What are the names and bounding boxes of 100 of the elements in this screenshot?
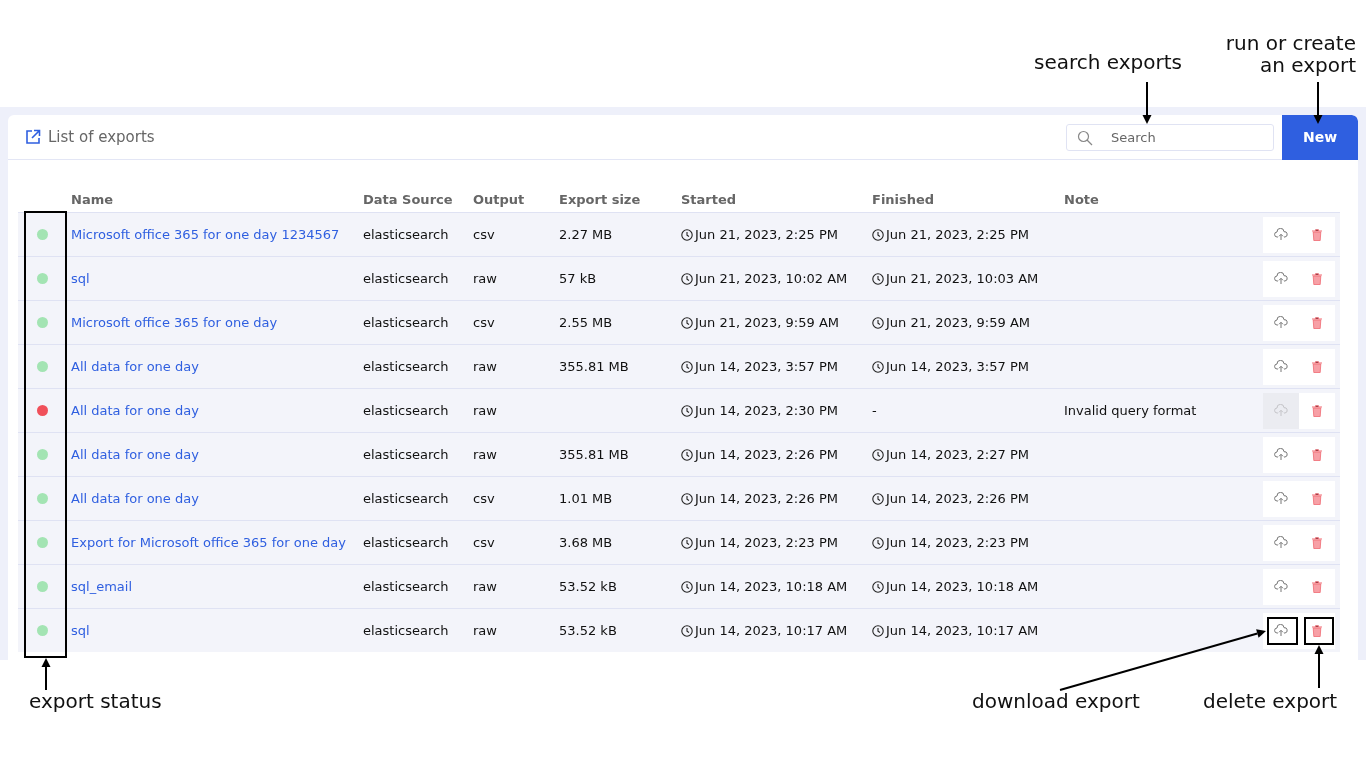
annotation-label: download export: [972, 689, 1140, 713]
table-cell-text: elasticsearch: [362, 535, 450, 550]
table-cell-text: raw: [472, 623, 498, 638]
table-cell-text: elasticsearch: [362, 271, 450, 286]
column-header: Note: [1063, 191, 1100, 207]
table-cell-text: 57 kB: [558, 271, 597, 286]
table-cell: Jun 14, 2023, 2:26 PM: [886, 491, 1029, 506]
trash-icon: [1312, 360, 1322, 373]
cloud-icon: [1274, 360, 1288, 373]
table-cell: Jun 14, 2023, 3:57 PM: [695, 359, 838, 374]
column-header: Started: [680, 191, 738, 207]
table-cell-text: elasticsearch: [362, 315, 450, 330]
table-cell: Jun 21, 2023, 2:25 PM: [886, 227, 1029, 242]
clock-icon: [681, 536, 693, 549]
annotation-label: run or create an export: [1224, 32, 1356, 76]
cloud-icon: [1274, 228, 1288, 241]
table-cell-text: elasticsearch: [362, 403, 450, 418]
table-cell-text: 2.27 MB: [558, 227, 613, 242]
trash-icon: [1312, 448, 1322, 461]
export-name-link[interactable]: All data for one day: [66, 447, 199, 462]
trash-icon: [1312, 272, 1322, 285]
table-cell-text: 53.52 kB: [558, 623, 617, 638]
cloud-icon: [1274, 580, 1288, 593]
table-cell-text: csv: [472, 315, 496, 330]
table-cell-text: raw: [472, 271, 498, 286]
export-name-link[interactable]: sql: [66, 271, 90, 286]
export-name-link[interactable]: Microsoft office 365 for one day 1234567: [66, 227, 340, 242]
clock-icon: [681, 360, 693, 373]
table-cell: Jun 14, 2023, 2:23 PM: [886, 535, 1029, 550]
clock-icon: [681, 624, 693, 637]
table-cell: -: [872, 403, 877, 418]
table-cell-text: 2.55 MB: [558, 315, 613, 330]
export-name-link[interactable]: All data for one day: [66, 403, 199, 418]
table-cell-text: 1.01 MB: [558, 491, 613, 506]
column-header: Export size: [558, 191, 642, 207]
table-cell: Jun 14, 2023, 10:18 AM: [695, 579, 848, 594]
cloud-icon: [1274, 624, 1288, 637]
export-name-link[interactable]: sql_email: [66, 579, 132, 594]
table-cell-text: elasticsearch: [362, 623, 450, 638]
trash-icon: [1312, 404, 1322, 417]
trash-icon: [1312, 228, 1322, 241]
table-cell-text: 3.68 MB: [558, 535, 613, 550]
export-name-link[interactable]: All data for one day: [66, 491, 199, 506]
export-name-link[interactable]: sql: [66, 623, 90, 638]
clock-icon: [872, 228, 884, 241]
clock-icon: [872, 536, 884, 549]
annotation-label: search exports: [1034, 50, 1182, 74]
table-cell: Jun 21, 2023, 9:59 AM: [695, 315, 840, 330]
export-name-link[interactable]: Export for Microsoft office 365 for one day: [66, 535, 346, 550]
table-cell: Jun 14, 2023, 2:30 PM: [695, 403, 838, 418]
cloud-icon: [1274, 316, 1288, 329]
trash-icon: [1312, 316, 1322, 329]
column-header: Output: [472, 191, 526, 207]
clock-icon: [681, 272, 693, 285]
table-cell: Jun 21, 2023, 10:02 AM: [695, 271, 848, 286]
table-cell: Jun 14, 2023, 10:17 AM: [695, 623, 848, 638]
arrow: [1314, 645, 1324, 689]
table-cell-text: raw: [472, 579, 498, 594]
column-header: Name: [70, 191, 114, 207]
clock-icon: [872, 272, 884, 285]
trash-icon: [1312, 492, 1322, 505]
table-cell-text: 53.52 kB: [558, 579, 617, 594]
table-cell-text: elasticsearch: [362, 227, 450, 242]
new-button[interactable]: New: [1282, 115, 1358, 160]
table-cell: Jun 14, 2023, 3:57 PM: [886, 359, 1029, 374]
clock-icon: [872, 624, 884, 637]
table-cell-text: raw: [472, 447, 498, 462]
table-cell-text: elasticsearch: [362, 447, 450, 462]
clock-icon: [872, 448, 884, 461]
table-cell-text: Invalid query format: [1063, 403, 1197, 418]
annotation-label: delete export: [1203, 689, 1338, 713]
arrow: [41, 658, 51, 691]
table-cell-text: csv: [472, 491, 496, 506]
cloud-icon: [1274, 272, 1288, 285]
table-cell: Jun 14, 2023, 10:17 AM: [886, 623, 1039, 638]
cloud-icon: [1274, 536, 1288, 549]
export-name-link[interactable]: Microsoft office 365 for one day: [66, 315, 278, 330]
table-cell-text: csv: [472, 227, 496, 242]
arrow: [1313, 81, 1323, 124]
table-cell-text: elasticsearch: [362, 359, 450, 374]
clock-icon: [872, 492, 884, 505]
page-title: List of exports: [48, 128, 155, 146]
clock-icon: [681, 580, 693, 593]
table-cell-text: 355.81 MB: [558, 447, 629, 462]
clock-icon: [872, 316, 884, 329]
search-field[interactable]: Search: [1066, 123, 1274, 151]
search-icon: [1077, 129, 1093, 146]
table-cell: Jun 21, 2023, 9:59 AM: [886, 315, 1031, 330]
table-cell-text: raw: [472, 359, 498, 374]
external-link-icon: [25, 129, 41, 145]
highlight-frame: [1267, 617, 1298, 645]
clock-icon: [872, 580, 884, 593]
table-cell-text: raw: [472, 403, 498, 418]
clock-icon: [872, 360, 884, 373]
export-name-link[interactable]: All data for one day: [66, 359, 199, 374]
cloud-icon: [1274, 404, 1288, 417]
column-header: Data Source: [362, 191, 454, 207]
cloud-icon: [1274, 492, 1288, 505]
cloud-icon: [1274, 448, 1288, 461]
annotation-label: export status: [29, 689, 162, 713]
